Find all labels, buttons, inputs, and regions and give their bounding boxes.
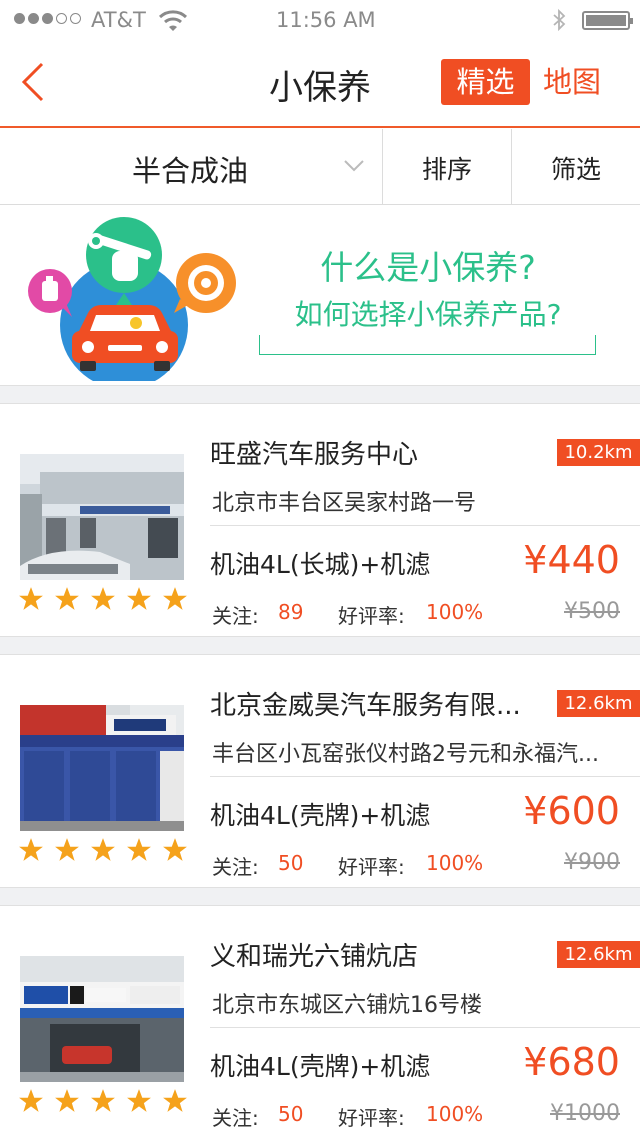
distance-badge: 10.2km bbox=[557, 439, 640, 466]
card-divider bbox=[210, 525, 640, 526]
promo-banner[interactable]: 什么是小保养? 如何选择小保养产品? bbox=[0, 205, 640, 385]
section-divider bbox=[0, 385, 640, 404]
product-name: 机油4L(壳牌)+机滤 bbox=[210, 1052, 431, 1081]
product-name: 机油4L(长城)+机滤 bbox=[210, 550, 431, 579]
rating-value: 100% bbox=[426, 600, 484, 624]
oil-type-dropdown[interactable]: 半合成油 bbox=[0, 129, 383, 205]
tab-selected[interactable]: 精选 bbox=[441, 59, 530, 105]
rating-label: 好评率: bbox=[338, 1106, 405, 1130]
star-icon bbox=[127, 838, 151, 861]
shop-address: 北京市东城区六铺炕16号楼 bbox=[212, 993, 482, 1018]
star-icon bbox=[55, 838, 79, 861]
shop-card[interactable]: 义和瑞光六铺炕店 12.6km 北京市东城区六铺炕16号楼 机油4L(壳牌)+机… bbox=[0, 906, 640, 1136]
tab-map[interactable]: 地图 bbox=[543, 59, 601, 105]
promo-question-what[interactable]: 什么是小保养? bbox=[260, 241, 596, 289]
original-price: ¥500 bbox=[564, 599, 620, 624]
shop-name: 旺盛汽车服务中心 bbox=[210, 440, 419, 470]
shop-photo bbox=[20, 454, 184, 580]
original-price: ¥1000 bbox=[550, 1101, 620, 1126]
star-icon bbox=[163, 1089, 187, 1112]
battery-icon bbox=[582, 11, 633, 30]
star-rating bbox=[18, 837, 188, 863]
promo-underline bbox=[259, 335, 596, 355]
price: ¥600 bbox=[523, 789, 620, 833]
star-icon bbox=[55, 587, 79, 610]
status-bar: AT&T 11:56 AM bbox=[0, 0, 640, 40]
rating-value: 100% bbox=[426, 1102, 484, 1126]
star-rating bbox=[18, 1088, 188, 1114]
card-divider bbox=[210, 776, 640, 777]
shop-name: 义和瑞光六铺炕店 bbox=[210, 942, 419, 972]
oil-type-label: 半合成油 bbox=[132, 154, 249, 188]
star-icon bbox=[127, 587, 151, 610]
price: ¥440 bbox=[523, 538, 620, 582]
follow-count: 50 bbox=[278, 1102, 304, 1126]
price: ¥680 bbox=[523, 1040, 620, 1084]
signal-strength-icon bbox=[14, 13, 81, 24]
star-rating bbox=[18, 586, 188, 612]
star-icon bbox=[91, 1089, 115, 1112]
star-icon bbox=[163, 838, 187, 861]
section-divider bbox=[0, 636, 640, 655]
star-icon bbox=[55, 1089, 79, 1112]
bluetooth-icon bbox=[553, 8, 566, 32]
shop-name: 北京金威昊汽车服务有限... bbox=[210, 691, 521, 721]
navigation-bar: 小保养 精选 地图 bbox=[0, 40, 640, 128]
chevron-down-icon bbox=[344, 160, 364, 172]
star-icon bbox=[19, 838, 43, 861]
star-icon bbox=[91, 587, 115, 610]
carrier-name: AT&T bbox=[91, 8, 146, 32]
star-icon bbox=[19, 587, 43, 610]
filter-bar: 半合成油 排序 筛选 bbox=[0, 129, 640, 205]
shop-address: 丰台区小瓦窑张仪村路2号元和永福汽... bbox=[212, 742, 599, 767]
shop-photo bbox=[20, 705, 184, 831]
star-icon bbox=[163, 587, 187, 610]
rating-value: 100% bbox=[426, 851, 484, 875]
status-time: 11:56 AM bbox=[276, 8, 376, 32]
follow-label: 关注: bbox=[212, 604, 259, 628]
shop-photo bbox=[20, 956, 184, 1082]
follow-count: 89 bbox=[278, 600, 304, 624]
star-icon bbox=[91, 838, 115, 861]
star-icon bbox=[19, 1089, 43, 1112]
follow-count: 50 bbox=[278, 851, 304, 875]
sort-button[interactable]: 排序 bbox=[383, 129, 512, 205]
maintenance-illustration bbox=[28, 217, 236, 381]
distance-badge: 12.6km bbox=[557, 941, 640, 968]
distance-badge: 12.6km bbox=[557, 690, 640, 717]
follow-label: 关注: bbox=[212, 855, 259, 879]
promo-question-how[interactable]: 如何选择小保养产品? bbox=[260, 293, 596, 333]
shop-address: 北京市丰台区吴家村路一号 bbox=[212, 491, 477, 516]
shop-card[interactable]: 旺盛汽车服务中心 10.2km 北京市丰台区吴家村路一号 机油4L(长城)+机滤… bbox=[0, 404, 640, 637]
rating-label: 好评率: bbox=[338, 855, 405, 879]
wifi-icon bbox=[158, 10, 188, 31]
shop-card[interactable]: 北京金威昊汽车服务有限... 12.6km 丰台区小瓦窑张仪村路2号元和永福汽.… bbox=[0, 655, 640, 888]
follow-label: 关注: bbox=[212, 1106, 259, 1130]
section-divider bbox=[0, 887, 640, 906]
product-name: 机油4L(壳牌)+机滤 bbox=[210, 801, 431, 830]
card-divider bbox=[210, 1027, 640, 1028]
filter-button[interactable]: 筛选 bbox=[512, 129, 640, 205]
rating-label: 好评率: bbox=[338, 604, 405, 628]
star-icon bbox=[127, 1089, 151, 1112]
original-price: ¥900 bbox=[564, 850, 620, 875]
